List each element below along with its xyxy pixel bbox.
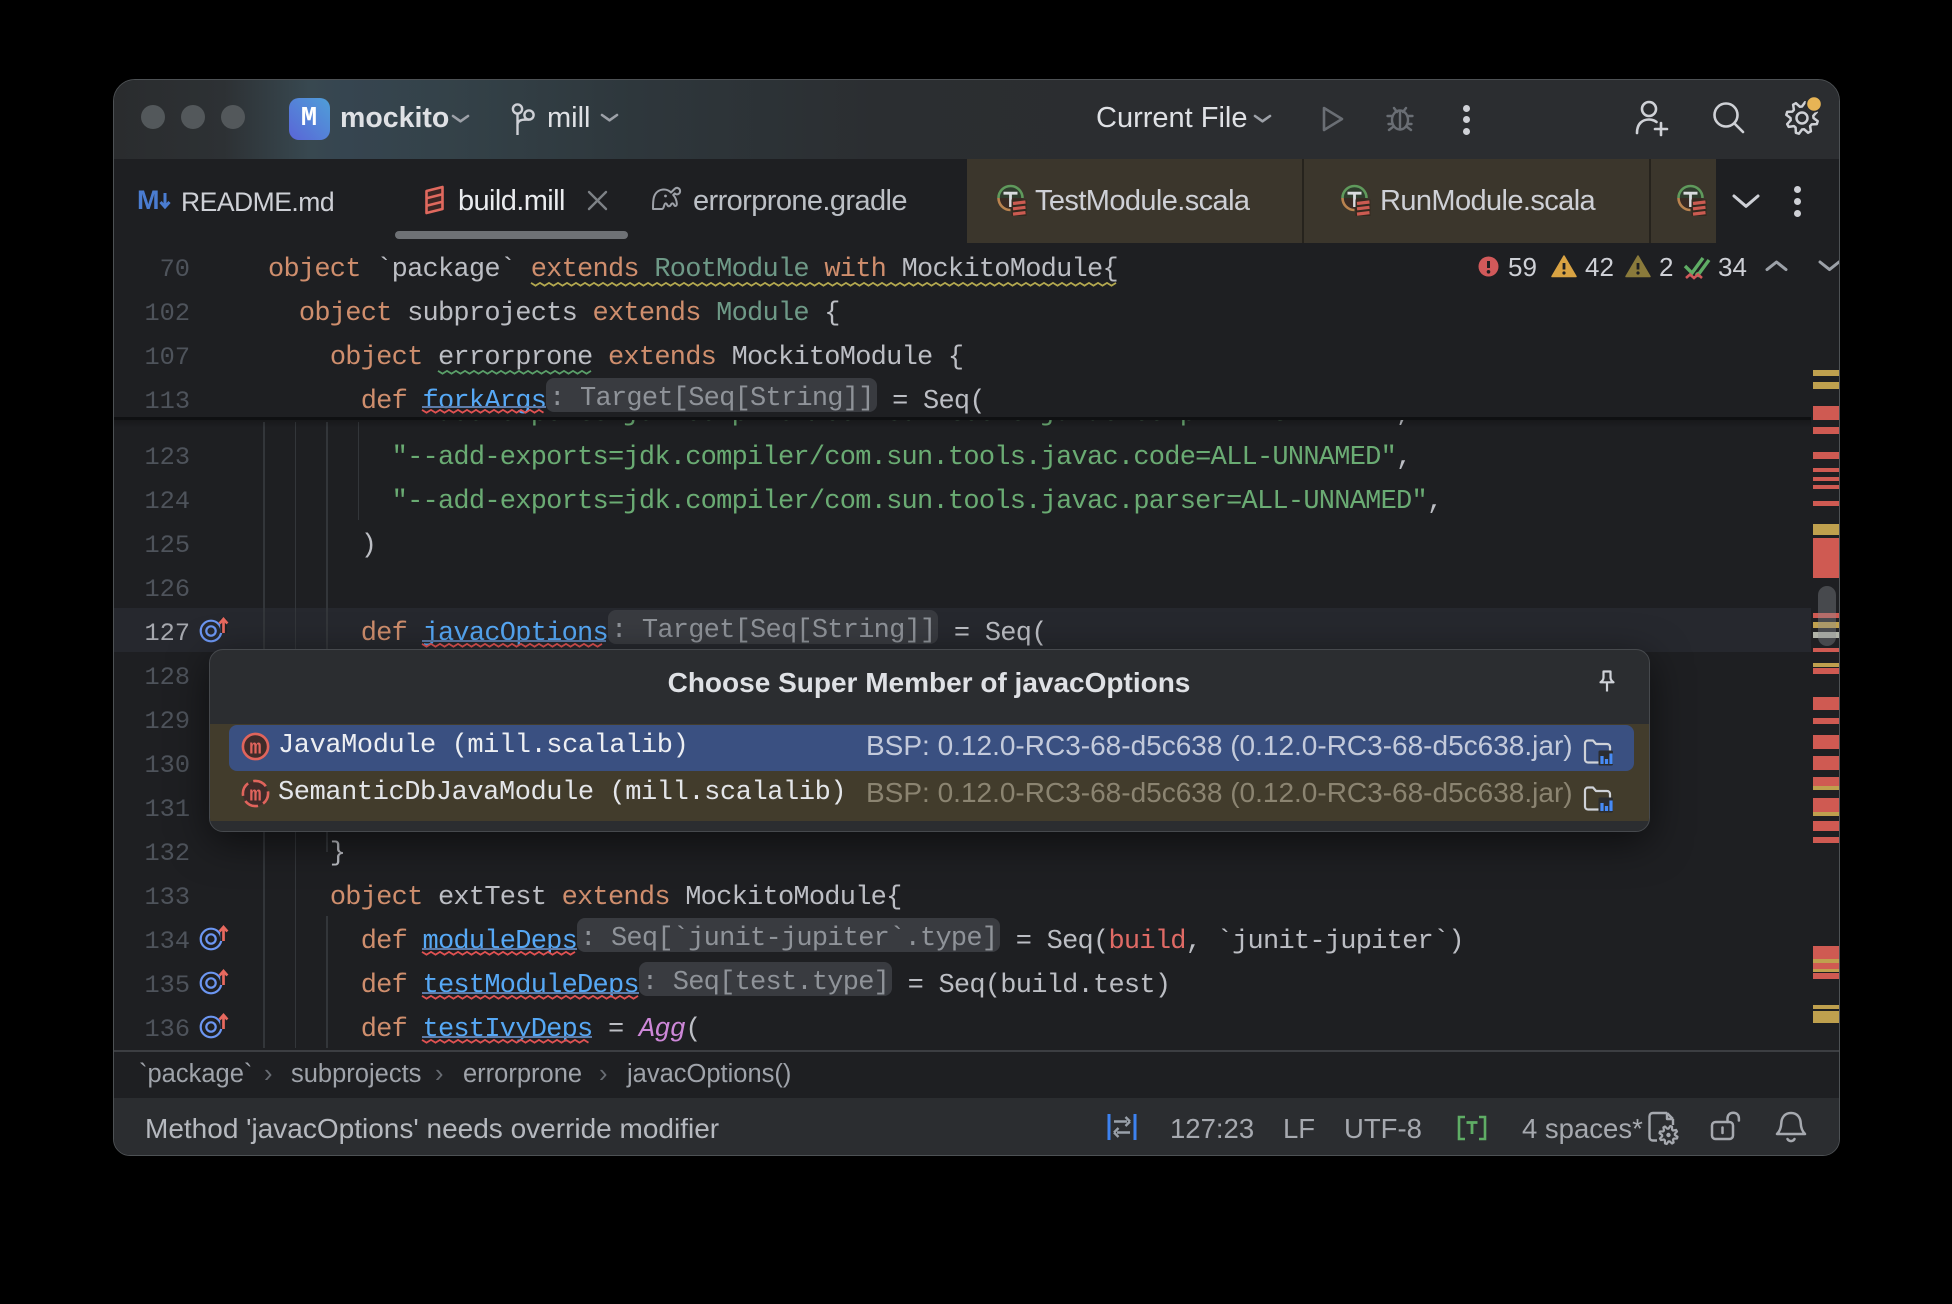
svg-text:M: M: [137, 185, 160, 215]
svg-text:m: m: [249, 785, 261, 808]
svg-text:m: m: [249, 738, 261, 761]
